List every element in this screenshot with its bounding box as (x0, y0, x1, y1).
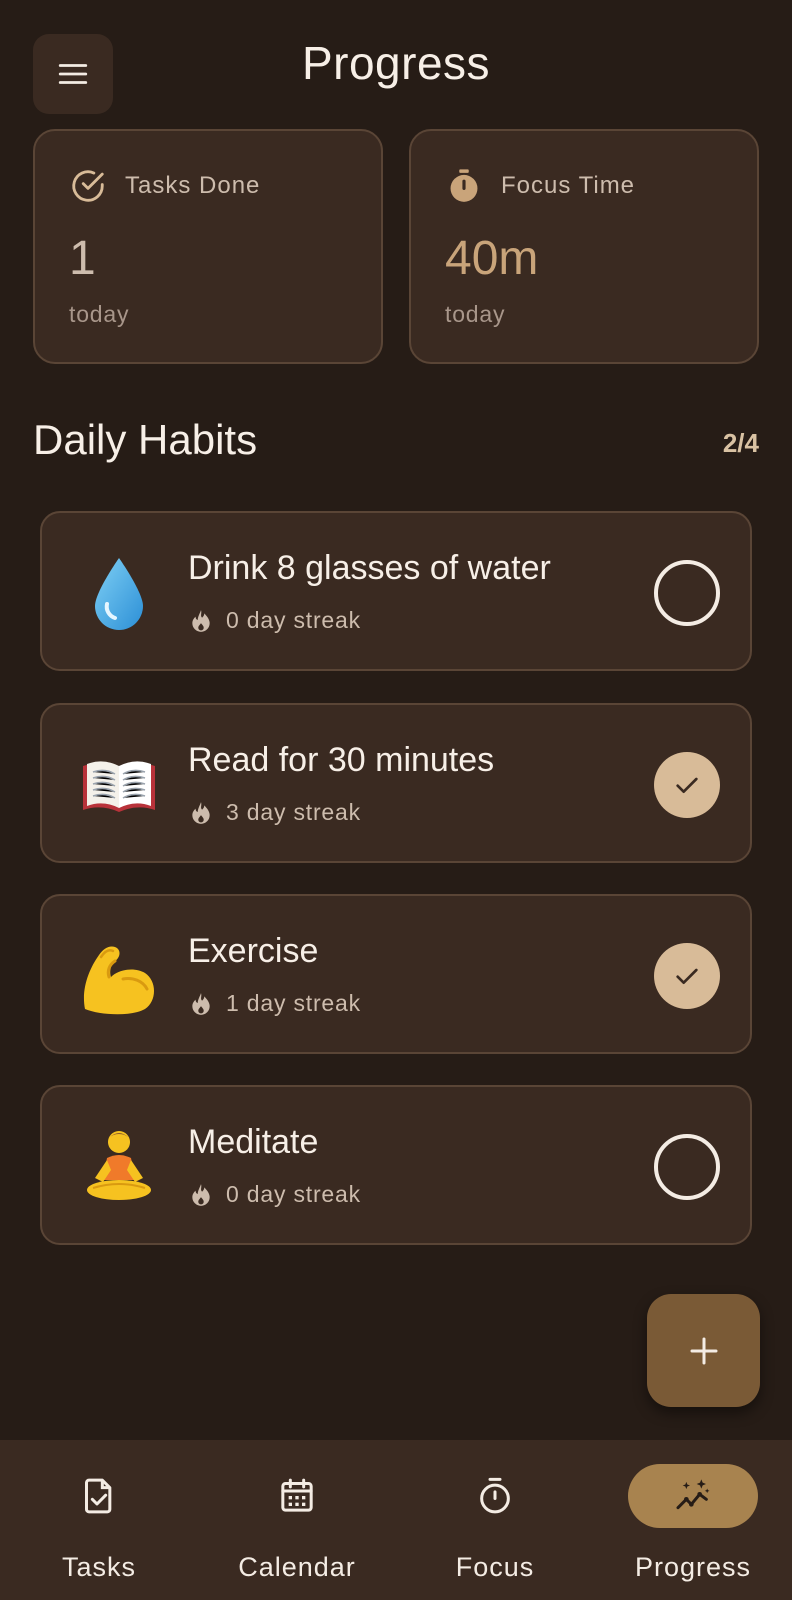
nav-calendar-pill (232, 1464, 362, 1528)
trending-sparkle-icon (676, 1479, 710, 1510)
nav-focus-label: Focus (455, 1552, 535, 1582)
flame-icon (192, 609, 210, 632)
tasks-done-value: 1 (69, 232, 96, 285)
habit-card-exercise[interactable]: Exercise 1 day streak (40, 894, 752, 1054)
habit-toggle-unchecked[interactable] (654, 1134, 720, 1200)
nav-calendar-label: Calendar (238, 1552, 356, 1582)
tasks-done-label: Tasks Done (125, 172, 261, 199)
habit-streak: 0 day streak (188, 607, 361, 634)
tasks-done-sub: today (69, 301, 130, 327)
add-habit-button[interactable] (647, 1294, 760, 1407)
nav-progress-pill (628, 1464, 758, 1528)
progress-screen: Progress Tasks Done 1 today Focus Time 4… (0, 0, 792, 1600)
water-droplet-icon (74, 549, 164, 639)
nav-focus[interactable]: Focus (396, 1440, 594, 1600)
habit-streak: 0 day streak (188, 1181, 361, 1208)
habit-streak-text: 0 day streak (226, 607, 361, 633)
habit-card-meditate[interactable]: Meditate 0 day streak (40, 1085, 752, 1245)
habit-name: Exercise (188, 932, 319, 970)
nav-focus-pill (430, 1464, 560, 1528)
flame-icon (192, 992, 210, 1015)
habit-toggle-checked[interactable] (654, 752, 720, 818)
bottom-navigation: Tasks Calendar Focus Progress (0, 1440, 792, 1600)
checkmark-icon (676, 968, 698, 984)
habit-toggle-checked[interactable] (654, 943, 720, 1009)
task-doc-icon (85, 1478, 112, 1514)
tasks-done-card: Tasks Done 1 today (33, 129, 383, 364)
nav-progress[interactable]: Progress (594, 1440, 792, 1600)
focus-time-header: Focus Time (445, 167, 635, 205)
nav-tasks[interactable]: Tasks (0, 1440, 198, 1600)
plus-icon (690, 1337, 717, 1364)
habit-streak-text: 3 day streak (226, 799, 361, 825)
flame-icon (192, 801, 210, 824)
habit-streak-text: 1 day streak (226, 990, 361, 1016)
habit-name: Read for 30 minutes (188, 741, 495, 779)
open-book-icon (74, 741, 164, 831)
habit-streak: 1 day streak (188, 990, 361, 1017)
nav-calendar[interactable]: Calendar (198, 1440, 396, 1600)
stopwatch-icon (450, 169, 478, 202)
nav-progress-label: Progress (634, 1552, 752, 1582)
tasks-done-header: Tasks Done (69, 167, 260, 205)
habit-streak: 3 day streak (188, 799, 361, 826)
flame-icon (192, 1183, 210, 1206)
habit-name: Meditate (188, 1123, 319, 1161)
habit-toggle-unchecked[interactable] (654, 560, 720, 626)
check-circle-icon (72, 170, 104, 202)
person-meditating-icon (74, 1123, 164, 1213)
habit-card-water[interactable]: Drink 8 glasses of water 0 day streak (40, 511, 752, 671)
habit-streak-text: 0 day streak (226, 1181, 361, 1207)
focus-time-card: Focus Time 40m today (409, 129, 759, 364)
habits-count: 2/4 (722, 428, 759, 458)
calendar-icon (281, 1478, 313, 1512)
page-title: Progress (301, 37, 491, 89)
flexed-biceps-icon (74, 932, 164, 1022)
checkmark-icon (676, 777, 698, 793)
focus-time-label: Focus Time (501, 172, 636, 199)
nav-tasks-label: Tasks (61, 1552, 137, 1582)
habit-card-read[interactable]: Read for 30 minutes 3 day streak (40, 703, 752, 863)
stopwatch-icon (480, 1477, 510, 1514)
focus-time-sub: today (445, 301, 506, 327)
habit-name: Drink 8 glasses of water (188, 549, 551, 587)
nav-tasks-pill (34, 1464, 164, 1528)
daily-habits-title: Daily Habits (33, 416, 258, 463)
focus-time-value: 40m (445, 232, 539, 285)
